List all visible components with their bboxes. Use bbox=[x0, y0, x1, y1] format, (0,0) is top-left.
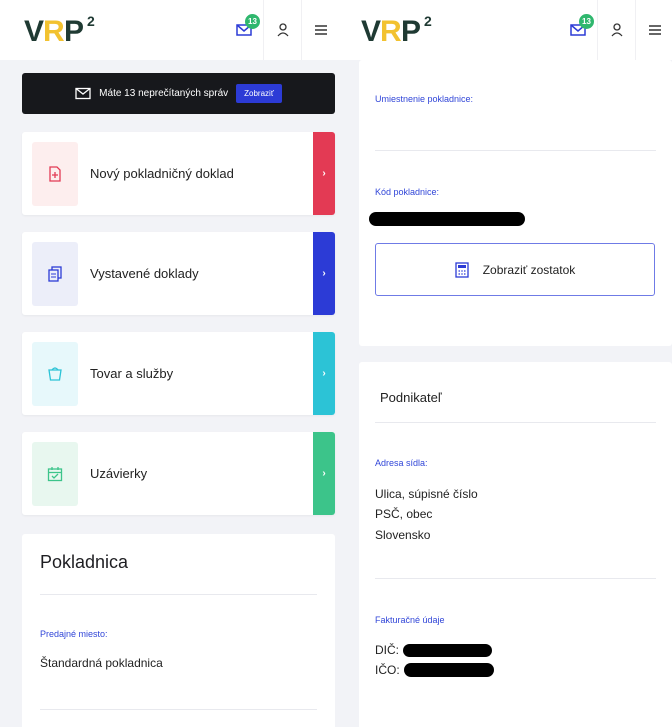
svg-text:2: 2 bbox=[424, 13, 432, 29]
basket-icon bbox=[32, 342, 78, 406]
svg-text:V: V bbox=[361, 15, 381, 46]
divider bbox=[375, 422, 656, 423]
address-line-3: Slovensko bbox=[375, 528, 431, 542]
svg-text:R: R bbox=[43, 15, 65, 46]
vrp-logo[interactable]: V R P 2 bbox=[361, 12, 447, 46]
unread-messages-text: Máte 13 neprečítaných správ bbox=[99, 88, 229, 99]
billing-label: Fakturačné údaje bbox=[375, 615, 445, 625]
calculator-icon bbox=[455, 261, 469, 278]
calendar-check-icon bbox=[32, 442, 78, 506]
chevron-right-icon: › bbox=[313, 332, 335, 415]
user-icon[interactable] bbox=[597, 0, 635, 60]
svg-text:V: V bbox=[24, 15, 44, 46]
menu-item-goods-services[interactable]: Tovar a služby › bbox=[22, 332, 335, 415]
divider bbox=[40, 709, 317, 710]
mail-icon[interactable]: 13 bbox=[225, 0, 263, 60]
redacted-ico bbox=[404, 663, 494, 677]
menu-item-issued-documents[interactable]: Vystavené doklady › bbox=[22, 232, 335, 315]
left-screen: V R P 2 13 Máte 13 neprečítaných správ Z… bbox=[0, 0, 347, 727]
menu-item-label: Nový pokladničný doklad bbox=[90, 166, 234, 181]
redacted-dic bbox=[403, 644, 492, 657]
header: V R P 2 13 bbox=[347, 0, 672, 60]
header: V R P 2 13 bbox=[0, 0, 347, 60]
divider bbox=[375, 578, 656, 579]
sales-point-value: Štandardná pokladnica bbox=[40, 656, 163, 670]
chevron-right-icon: › bbox=[313, 432, 335, 515]
divider bbox=[40, 594, 317, 595]
document-plus-icon bbox=[32, 142, 78, 206]
unread-badge: 13 bbox=[579, 14, 594, 29]
sales-point-label: Predajné miesto: bbox=[40, 629, 108, 639]
redacted-code bbox=[369, 212, 525, 226]
entrepreneur-title: Podnikateľ bbox=[380, 390, 442, 405]
show-balance-label: Zobraziť zostatok bbox=[482, 262, 576, 277]
address-label: Adresa sídla: bbox=[375, 458, 428, 468]
show-messages-button[interactable]: Zobraziť bbox=[236, 84, 282, 103]
unread-messages-bar: Máte 13 neprečítaných správ Zobraziť bbox=[22, 73, 335, 114]
documents-icon bbox=[32, 242, 78, 306]
menu-item-label: Tovar a služby bbox=[90, 366, 174, 381]
code-label: Kód pokladnice: bbox=[375, 187, 440, 197]
svg-text:2: 2 bbox=[87, 13, 95, 29]
vrp-logo[interactable]: V R P 2 bbox=[24, 12, 110, 46]
chevron-right-icon: › bbox=[313, 232, 335, 315]
divider bbox=[375, 150, 656, 151]
svg-text:P: P bbox=[64, 15, 84, 46]
ico-label: IČO: bbox=[375, 663, 400, 677]
menu-icon[interactable] bbox=[301, 0, 339, 60]
show-balance-button[interactable]: Zobraziť zostatok bbox=[375, 243, 655, 296]
envelope-icon bbox=[75, 87, 91, 100]
dic-label: DIČ: bbox=[375, 643, 399, 657]
svg-text:R: R bbox=[380, 15, 402, 46]
menu-item-closures[interactable]: Uzávierky › bbox=[22, 432, 335, 515]
menu-item-label: Uzávierky bbox=[90, 466, 148, 481]
user-icon[interactable] bbox=[263, 0, 301, 60]
menu-icon[interactable] bbox=[635, 0, 672, 60]
address-line-1: Ulica, súpisné číslo bbox=[375, 487, 478, 501]
menu-item-label: Vystavené doklady bbox=[90, 266, 199, 281]
card-title: Pokladnica bbox=[40, 552, 129, 572]
svg-text:P: P bbox=[401, 15, 421, 46]
menu-item-new-receipt[interactable]: Nový pokladničný doklad › bbox=[22, 132, 335, 215]
chevron-right-icon: › bbox=[313, 132, 335, 215]
mail-icon[interactable]: 13 bbox=[559, 0, 597, 60]
cash-register-card: Pokladnica Predajné miesto: Štandardná p… bbox=[22, 534, 335, 727]
address-line-2: PSČ, obec bbox=[375, 507, 433, 521]
location-label: Umiestnenie pokladnice: bbox=[375, 94, 474, 104]
unread-badge: 13 bbox=[245, 14, 260, 29]
